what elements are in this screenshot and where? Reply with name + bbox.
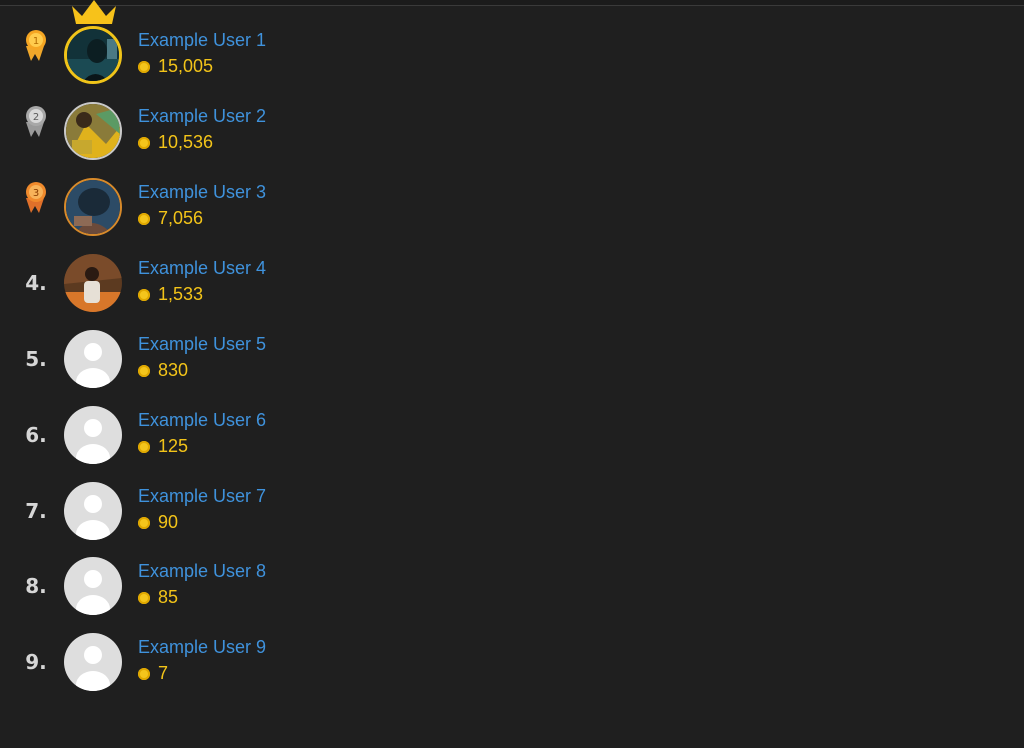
username-link[interactable]: Example User 8: [138, 561, 266, 582]
coin-value: 7: [158, 663, 169, 683]
avatar[interactable]: [64, 406, 122, 464]
username-link[interactable]: Example User 5: [138, 334, 266, 355]
leaderboard-row: 6. Example User 6 125: [0, 400, 400, 470]
coin-icon: [138, 516, 150, 529]
leaderboard-row: 7. Example User 7 90: [0, 476, 400, 546]
coin-value: 830: [158, 360, 189, 380]
avatar[interactable]: [64, 482, 122, 540]
avatar[interactable]: [64, 178, 122, 236]
coin-value: 7,056: [158, 208, 204, 228]
crown-icon: [72, 0, 116, 24]
leaderboard: 1 Example User 1 15,005 2 Example User 2…: [0, 0, 1024, 748]
username-link[interactable]: Example User 3: [138, 182, 266, 203]
coin-icon: [138, 440, 150, 453]
rank-number: 5.: [25, 347, 47, 371]
default-avatar-icon: [64, 557, 122, 615]
username-link[interactable]: Example User 4: [138, 258, 266, 279]
coin-value: 90: [158, 512, 179, 532]
coin-balance: 10,536: [138, 132, 213, 153]
leaderboard-row: 2 Example User 2 10,536: [0, 96, 400, 166]
avatar[interactable]: [64, 557, 122, 615]
svg-text:3: 3: [33, 188, 39, 199]
coin-icon: [138, 591, 150, 604]
avatar[interactable]: [64, 102, 122, 160]
coin-icon: [138, 212, 150, 225]
coin-icon: [138, 60, 150, 73]
default-avatar-icon: [64, 633, 122, 691]
coin-balance: 125: [138, 436, 188, 457]
coin-value: 85: [158, 587, 179, 607]
username-link[interactable]: Example User 9: [138, 637, 266, 658]
leaderboard-row: 9. Example User 9 7: [0, 627, 400, 697]
leaderboard-row: 1 Example User 1 15,005: [0, 0, 400, 90]
coin-icon: [138, 667, 150, 680]
avatar[interactable]: [64, 254, 122, 312]
silver-medal-icon: 2: [26, 106, 46, 137]
coin-icon: [138, 288, 150, 301]
bronze-medal-icon: 3: [26, 182, 46, 213]
avatar[interactable]: [64, 330, 122, 388]
rank-number: 7.: [25, 499, 47, 523]
avatar[interactable]: [64, 26, 122, 84]
username-link[interactable]: Example User 1: [138, 30, 266, 51]
coin-icon: [138, 136, 150, 149]
username-link[interactable]: Example User 6: [138, 410, 266, 431]
coin-balance: 90: [138, 512, 178, 533]
avatar[interactable]: [64, 633, 122, 691]
coin-balance: 1,533: [138, 284, 203, 305]
svg-text:2: 2: [33, 112, 39, 123]
default-avatar-icon: [64, 482, 122, 540]
coin-value: 1,533: [158, 284, 204, 304]
coin-balance: 7: [138, 663, 168, 684]
coin-icon: [138, 364, 150, 377]
leaderboard-row: 8. Example User 8 85: [0, 551, 400, 621]
rank-number: 6.: [25, 423, 47, 447]
username-link[interactable]: Example User 7: [138, 486, 266, 507]
coin-value: 125: [158, 436, 189, 456]
leaderboard-row: 5. Example User 5 830: [0, 324, 400, 394]
default-avatar-icon: [64, 406, 122, 464]
default-avatar-icon: [64, 330, 122, 388]
coin-value: 10,536: [158, 132, 214, 152]
leaderboard-row: 3 Example User 3 7,056: [0, 172, 400, 242]
username-link[interactable]: Example User 2: [138, 106, 266, 127]
rank-number: 8.: [25, 574, 47, 598]
coin-balance: 7,056: [138, 208, 203, 229]
rank-number: 4.: [25, 271, 47, 295]
coin-balance: 85: [138, 587, 178, 608]
coin-balance: 830: [138, 360, 188, 381]
svg-text:1: 1: [33, 36, 39, 47]
gold-medal-icon: 1: [26, 30, 46, 61]
coin-balance: 15,005: [138, 56, 213, 77]
leaderboard-row: 4. Example User 4 1,533: [0, 248, 400, 318]
rank-number: 9.: [25, 650, 47, 674]
coin-value: 15,005: [158, 56, 214, 76]
